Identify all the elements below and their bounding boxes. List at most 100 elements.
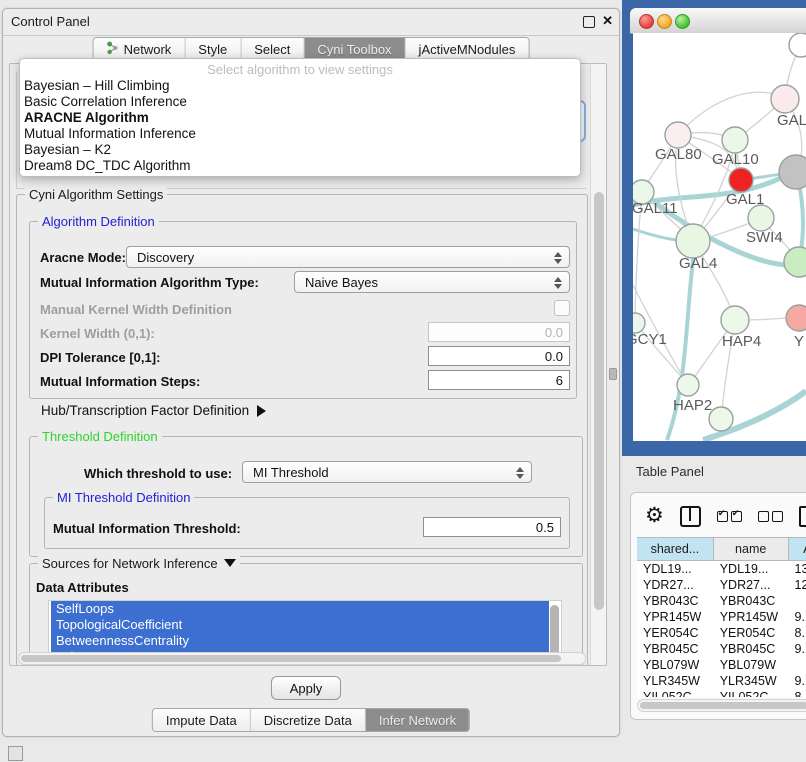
mac-close-button[interactable] — [639, 14, 654, 29]
table-cell: YBR045C — [714, 641, 789, 657]
float-window-icon[interactable] — [583, 16, 595, 28]
list-vertical-scrollbar[interactable] — [550, 605, 559, 657]
apply-button[interactable]: Apply — [271, 676, 341, 700]
node-label: GAL4 — [679, 255, 717, 272]
manual-kernel-checkbox[interactable] — [554, 300, 570, 316]
algorithm-option-bayesian-k2[interactable]: Bayesian – K2 — [24, 142, 576, 158]
table-row[interactable]: YDL19...YDL19...13 — [637, 561, 806, 577]
table-row[interactable]: YBR043CYBR043C — [637, 593, 806, 609]
network-node-hap2[interactable] — [677, 374, 699, 396]
table-row[interactable]: YBR045CYBR045C9. — [637, 641, 806, 657]
table-row[interactable]: YIL052CYIL052C8. — [637, 689, 806, 697]
threshold-definition-title: Threshold Definition — [38, 429, 162, 444]
kernel-width-input[interactable]: 0.0 — [428, 322, 570, 342]
which-threshold-label: Which threshold to use: — [84, 466, 232, 481]
tab-impute-data[interactable]: Impute Data — [153, 709, 251, 731]
hub-definition-expander[interactable]: Hub/Transcription Factor Definition — [41, 403, 266, 418]
mi-type-combobox[interactable]: Naive Bayes — [294, 271, 570, 293]
settings-horizontal-scrollbar[interactable] — [18, 652, 586, 665]
tab-label: Cyni Toolbox — [317, 42, 391, 57]
select-all-columns-icon[interactable] — [717, 511, 742, 522]
table-row[interactable]: YBL079WYBL079W — [637, 657, 806, 673]
cyni-algorithm-settings-group: Cyni Algorithm Settings Algorithm Defini… — [16, 194, 588, 666]
table-cell: 12 — [789, 577, 806, 593]
network-node-gcy1[interactable] — [633, 313, 645, 333]
aracne-mode-label: Aracne Mode: — [40, 250, 126, 265]
tab-network[interactable]: Network — [94, 38, 186, 60]
network-node[interactable] — [779, 155, 806, 189]
splitter-handle[interactable] — [609, 368, 617, 380]
table-row[interactable]: YLR345WYLR345W9. — [637, 673, 806, 689]
network-node-hap4[interactable] — [721, 306, 749, 334]
node-label: GAL11 — [633, 200, 678, 217]
split-columns-icon[interactable] — [680, 506, 701, 527]
window-title: Control Panel — [11, 14, 90, 29]
table-cell: YER054C — [637, 625, 714, 641]
tab-discretize-data[interactable]: Discretize Data — [251, 709, 366, 731]
attribute-item-betweennesscentrality[interactable]: BetweennessCentrality — [51, 633, 549, 649]
network-node[interactable] — [709, 407, 733, 431]
mi-steps-value: 6 — [556, 373, 563, 388]
minimized-panel-icon[interactable] — [8, 746, 23, 761]
algorithm-option-mutual-information-inference[interactable]: Mutual Information Inference — [24, 126, 576, 142]
column-header-shared[interactable]: shared... — [637, 538, 714, 560]
mac-minimize-button[interactable] — [657, 14, 672, 29]
table-horizontal-scrollbar[interactable] — [637, 699, 806, 712]
tab-style[interactable]: Style — [185, 38, 241, 60]
network-node-gal[interactable] — [771, 85, 799, 113]
attribute-item-selfloops[interactable]: SelfLoops — [51, 601, 549, 617]
sources-group: Sources for Network Inference Data Attri… — [29, 563, 583, 666]
network-canvas[interactable]: GALGAL80GAL10GAL1GAL11SWI4GAL4GCY1HAP4YH… — [633, 33, 806, 441]
sources-group-title[interactable]: Sources for Network Inference — [38, 556, 240, 571]
mac-zoom-button[interactable] — [675, 14, 690, 29]
which-threshold-combobox[interactable]: MI Threshold — [242, 461, 532, 483]
expander-expanded-icon — [224, 559, 236, 567]
network-node-y[interactable] — [786, 305, 806, 331]
table-cell: YDR27... — [637, 577, 714, 593]
screen: Control Panel ✕ NetworkStyleSelect Cyni T… — [0, 0, 806, 762]
network-node[interactable] — [789, 33, 806, 57]
network-node[interactable] — [784, 247, 806, 277]
table-row[interactable]: YDR27...YDR27...12 — [637, 577, 806, 593]
column-header-name[interactable]: name — [714, 538, 789, 560]
document-icon[interactable] — [799, 506, 806, 527]
node-label: GAL80 — [655, 146, 702, 163]
tab-label: jActiveMNodules — [419, 42, 516, 57]
mi-threshold-label: Mutual Information Threshold: — [53, 521, 241, 536]
node-label: GAL10 — [712, 151, 759, 168]
hidden-group-border — [16, 72, 17, 188]
tab-select[interactable]: Select — [241, 38, 304, 60]
cyni-mode-tabs: Impute Data Discretize Data Infer Network — [152, 708, 470, 732]
dpi-tolerance-input[interactable]: 0.0 — [428, 346, 570, 366]
scrollbar-thumb[interactable] — [594, 192, 604, 610]
gear-icon[interactable]: ⚙ — [645, 506, 664, 526]
deselect-all-columns-icon[interactable] — [758, 511, 783, 522]
table-row[interactable]: YPR145WYPR145W9. — [637, 609, 806, 625]
network-node-gal4[interactable] — [676, 224, 710, 258]
scrollbar-thumb[interactable] — [21, 655, 561, 662]
network-node-swi4[interactable] — [748, 205, 774, 231]
network-node-gal80[interactable] — [665, 122, 691, 148]
algorithm-option-basic-correlation-inference[interactable]: Basic Correlation Inference — [24, 94, 576, 110]
tab-jactivemnodules[interactable]: jActiveMNodules — [406, 38, 529, 60]
tab-cyni-toolbox[interactable]: Cyni Toolbox — [304, 38, 405, 60]
kernel-width-value: 0.0 — [545, 325, 563, 340]
algorithm-option-aracne-algorithm[interactable]: ARACNE Algorithm — [24, 110, 576, 126]
close-icon[interactable]: ✕ — [602, 13, 613, 29]
table-row[interactable]: YER054CYER054C8. — [637, 625, 806, 641]
mi-steps-input[interactable]: 6 — [428, 370, 570, 390]
tab-infer-network[interactable]: Infer Network — [366, 709, 469, 731]
aracne-mode-combobox[interactable]: Discovery — [126, 246, 570, 268]
algorithm-option-dream8-dc-tdc-algorithm[interactable]: Dream8 DC_TDC Algorithm — [24, 158, 576, 174]
network-node-gal1[interactable] — [729, 168, 753, 192]
tab-label: Discretize Data — [264, 713, 352, 728]
network-node-gal10[interactable] — [722, 127, 748, 153]
algorithm-option-bayesian-hill-climbing[interactable]: Bayesian – Hill Climbing — [24, 78, 576, 94]
column-header-a[interactable]: A — [789, 538, 806, 560]
table-cell: 8. — [789, 625, 806, 641]
control-panel-window: Control Panel ✕ NetworkStyleSelect Cyni T… — [2, 8, 620, 737]
attribute-item-topologicalcoefficient[interactable]: TopologicalCoefficient — [51, 617, 549, 633]
settings-vertical-scrollbar[interactable] — [590, 64, 607, 665]
mi-threshold-input[interactable]: 0.5 — [423, 517, 561, 537]
scrollbar-thumb[interactable] — [640, 702, 806, 709]
